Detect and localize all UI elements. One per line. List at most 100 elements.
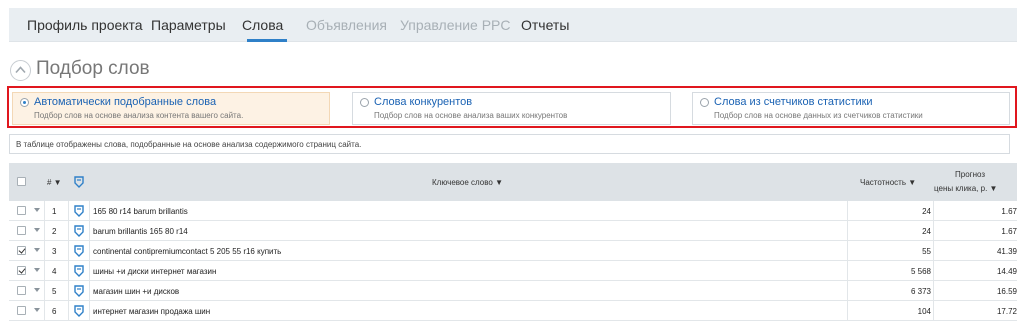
radio-stats-words[interactable] (700, 98, 709, 107)
option-description: Подбор слов на основе анализа контента в… (34, 111, 244, 120)
row-menu-caret-icon[interactable] (34, 288, 40, 292)
column-divider (933, 261, 934, 281)
column-divider (933, 301, 934, 321)
row-number: 2 (52, 227, 57, 236)
active-tab-indicator (247, 39, 287, 42)
tab-ppc-management[interactable]: Управление PPC (400, 17, 511, 33)
column-divider (933, 281, 934, 301)
column-divider (847, 201, 848, 221)
column-divider (933, 201, 934, 221)
tab-project-profile[interactable]: Профиль проекта (27, 17, 143, 33)
table-header: # ▼ Ключевое слово ▼ Частотность ▼ Прогн… (9, 163, 1017, 201)
column-divider (44, 241, 45, 261)
row-number: 4 (52, 267, 57, 276)
column-divider (68, 301, 69, 321)
row-keyword: barum brillantis 165 80 r14 (93, 227, 188, 236)
row-menu-caret-icon[interactable] (34, 308, 40, 312)
header-frequency[interactable]: Частотность ▼ (860, 178, 916, 187)
row-checkbox[interactable] (17, 226, 26, 235)
column-divider (847, 241, 848, 261)
row-checkbox[interactable] (17, 306, 26, 315)
row-menu-caret-icon[interactable] (34, 268, 40, 272)
column-divider (847, 221, 848, 241)
row-frequency: 6 373 (910, 287, 931, 296)
row-price: 1.67 (1001, 207, 1017, 216)
row-price: 16.59 (996, 287, 1017, 296)
table-row[interactable]: 4 шины +и диски интернет магазин 5 568 14.4… (9, 261, 1017, 281)
info-message: В таблице отображены слова, подобранные … (9, 134, 1010, 154)
collapse-button[interactable] (10, 60, 31, 81)
tab-ads[interactable]: Объявления (306, 17, 387, 33)
header-number[interactable]: # ▼ (47, 178, 62, 187)
column-divider (68, 221, 69, 241)
table-row[interactable]: 6 интернет магазин продажа шин 104 17.72 (9, 301, 1017, 321)
column-divider (89, 281, 90, 301)
row-checkbox[interactable] (17, 246, 26, 255)
table-row[interactable]: 3 continental contipremiumcontact 5 205 5… (9, 241, 1017, 261)
row-price: 14.49 (996, 267, 1017, 276)
column-divider (89, 301, 90, 321)
column-divider (89, 241, 90, 261)
column-divider (68, 281, 69, 301)
column-divider (44, 261, 45, 281)
shield-icon[interactable] (74, 225, 84, 237)
header-forecast-price[interactable]: цены клика, р. ▼ (934, 184, 997, 193)
row-frequency: 24 (922, 207, 931, 216)
radio-competitor-words[interactable] (360, 98, 369, 107)
shield-icon[interactable] (74, 265, 84, 277)
option-title: Слова конкурентов (374, 96, 473, 108)
column-divider (68, 241, 69, 261)
row-price: 17.72 (996, 307, 1017, 316)
page-title: Подбор слов (36, 58, 150, 79)
column-divider (933, 241, 934, 261)
row-checkbox[interactable] (17, 206, 26, 215)
column-divider (44, 221, 45, 241)
shield-icon[interactable] (74, 285, 84, 297)
row-frequency: 5 568 (910, 267, 931, 276)
select-all-checkbox[interactable] (17, 177, 26, 186)
row-number: 5 (52, 287, 57, 296)
column-divider (89, 221, 90, 241)
option-stats-words[interactable]: Слова из счетчиков статистики Подбор сло… (692, 92, 1010, 125)
column-divider (44, 301, 45, 321)
column-divider (68, 201, 69, 221)
option-description: Подбор слов на основе данных из счетчико… (714, 111, 923, 120)
row-menu-caret-icon[interactable] (34, 208, 40, 212)
row-menu-caret-icon[interactable] (34, 248, 40, 252)
table-row[interactable]: 1 165 80 r14 barum brillantis 24 1.67 (9, 201, 1017, 221)
column-divider (847, 261, 848, 281)
row-checkbox[interactable] (17, 266, 26, 275)
shield-icon[interactable] (74, 245, 84, 257)
option-description: Подбор слов на основе анализа ваших конк… (374, 111, 568, 120)
table-row[interactable]: 2 barum brillantis 165 80 r14 24 1.67 (9, 221, 1017, 241)
row-frequency: 24 (922, 227, 931, 236)
row-number: 6 (52, 307, 57, 316)
tab-words[interactable]: Слова (242, 17, 283, 33)
column-divider (847, 281, 848, 301)
row-keyword: 165 80 r14 barum brillantis (93, 207, 188, 216)
row-menu-caret-icon[interactable] (34, 228, 40, 232)
column-divider (847, 301, 848, 321)
column-divider (44, 281, 45, 301)
radio-auto-words[interactable] (20, 98, 29, 107)
header-keyword[interactable]: Ключевое слово ▼ (432, 178, 503, 187)
table-row[interactable]: 5 магазин шин +и дисков 6 373 16.59 (9, 281, 1017, 301)
row-checkbox[interactable] (17, 286, 26, 295)
header-forecast-line1: Прогноз (955, 170, 986, 179)
shield-icon (74, 176, 84, 188)
tab-reports[interactable]: Отчеты (521, 17, 569, 33)
tab-parameters[interactable]: Параметры (151, 17, 226, 33)
shield-icon[interactable] (74, 205, 84, 217)
option-competitor-words[interactable]: Слова конкурентов Подбор слов на основе … (352, 92, 671, 125)
row-number: 3 (52, 247, 57, 256)
column-divider (44, 201, 45, 221)
row-frequency: 104 (917, 307, 931, 316)
option-title: Автоматически подобранные слова (34, 96, 217, 108)
row-frequency: 55 (922, 247, 931, 256)
column-divider (933, 221, 934, 241)
option-title: Слова из счетчиков статистики (714, 96, 873, 108)
column-divider (89, 201, 90, 221)
option-auto-words[interactable]: Автоматически подобранные слова Подбор с… (12, 92, 330, 125)
shield-icon[interactable] (74, 305, 84, 317)
row-price: 41.39 (996, 247, 1017, 256)
